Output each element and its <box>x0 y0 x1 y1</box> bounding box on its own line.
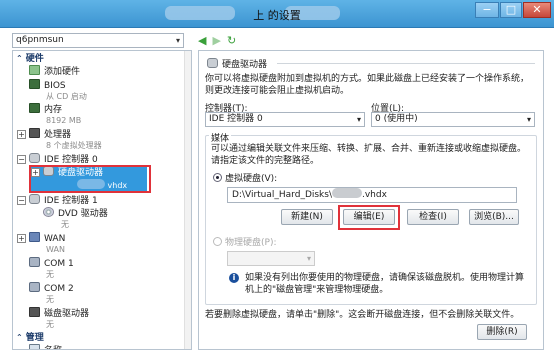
minimize-button[interactable]: − <box>475 2 499 18</box>
info-icon-wrap: i <box>229 273 239 283</box>
com-port-icon <box>29 257 40 267</box>
expand-icon[interactable]: + <box>17 234 26 243</box>
tree-item-com2[interactable]: COM 2 <box>29 282 74 295</box>
location-select[interactable]: 0 (使用中) ▾ <box>371 112 535 127</box>
controller-select[interactable]: IDE 控制器 0 ▾ <box>205 112 365 127</box>
window-title: 上 的设置 <box>253 9 301 22</box>
chevron-down-icon: ▾ <box>175 36 180 45</box>
ide-controller-icon <box>29 153 40 163</box>
physical-disk-info: 如果没有列出你要使用的物理硬盘，请确保该磁盘脱机。使用物理计算机上的"磁盘管理"… <box>245 273 525 295</box>
panel-title: 硬盘驱动器 <box>207 57 267 70</box>
remove-description: 若要删除虚拟硬盘，请单击"删除"。这会断开磁盘连接，但不会删除关联文件。 <box>205 310 520 320</box>
remove-button[interactable]: 删除(R) <box>477 324 527 340</box>
forward-arrow-icon[interactable]: ▶ <box>212 33 220 48</box>
tree-item-wan[interactable]: + WAN <box>17 232 65 245</box>
title-bar: 上 的设置 − □ ✕ <box>0 0 554 28</box>
virtual-disk-path-input[interactable]: D:\Virtual_Hard_Disks\ .vhdx <box>227 187 517 203</box>
expand-icon[interactable]: + <box>17 130 26 139</box>
tree-item-add-hardware[interactable]: 添加硬件 <box>29 65 80 78</box>
settings-panel: 硬盘驱动器 你可以将虚拟硬盘附加到虚拟机的方式。如果此磁盘上已经安装了一个操作系… <box>198 50 544 350</box>
collapse-caret-icon[interactable]: ⌃ <box>16 54 23 63</box>
dvd-drive-icon <box>43 207 54 217</box>
bios-subtitle: 从 CD 启动 <box>46 92 87 101</box>
close-button[interactable]: ✕ <box>523 2 551 18</box>
media-description: 可以通过编辑关联文件来压缩、转换、扩展、合并、重新连接或收缩虚拟硬盘。请指定该文… <box>211 144 527 166</box>
tree-item-processor[interactable]: + 处理器 <box>17 128 71 141</box>
new-button[interactable]: 新建(N) <box>281 209 333 225</box>
tree-item-bios[interactable]: BIOS <box>29 79 66 92</box>
divider <box>277 63 535 64</box>
floppy-drive-icon <box>29 307 40 317</box>
nav-toolbar: ◀ ▶ ↻ <box>198 33 236 48</box>
highlight-box <box>338 205 400 230</box>
virtual-disk-option[interactable]: 虚拟硬盘(V): <box>213 171 277 184</box>
vm-selector[interactable]: q6pnmsun ▾ <box>12 33 184 48</box>
wan-subtitle: WAN <box>46 245 65 254</box>
vm-selector-value: q6pnmsun <box>16 35 64 45</box>
panel-description: 你可以将虚拟硬盘附加到虚拟机的方式。如果此磁盘上已经安装了一个操作系统，则更改连… <box>205 74 530 96</box>
com2-subtitle: 无 <box>46 295 54 304</box>
floppy-subtitle: 无 <box>46 320 54 329</box>
radio-selected-icon[interactable] <box>213 173 222 182</box>
physical-disk-option[interactable]: 物理硬盘(P): <box>213 235 276 248</box>
collapse-icon[interactable]: − <box>17 155 26 164</box>
com-port-icon <box>29 282 40 292</box>
processor-subtitle: 8 个虚拟处理器 <box>46 141 102 150</box>
memory-subtitle: 8192 MB <box>46 116 82 125</box>
refresh-icon[interactable]: ↻ <box>227 33 236 48</box>
dvd-subtitle: 无 <box>61 220 69 229</box>
tree-item-com1[interactable]: COM 1 <box>29 257 74 270</box>
highlight-box <box>29 165 151 193</box>
collapse-caret-icon[interactable]: ⌃ <box>16 333 23 342</box>
tree-item-ide-controller-1[interactable]: − IDE 控制器 1 <box>17 194 98 207</box>
add-hardware-icon <box>29 65 40 75</box>
browse-button[interactable]: 浏览(B)... <box>469 209 519 225</box>
hardware-tree: ⌃ 硬件 添加硬件 BIOS 从 CD 启动 内存 8192 MB + 处理器 8 … <box>12 50 192 350</box>
info-icon: i <box>229 273 239 283</box>
tree-item-dvd-drive[interactable]: DVD 驱动器 <box>43 207 108 220</box>
inspect-button[interactable]: 检查(I) <box>407 209 459 225</box>
maximize-button[interactable]: □ <box>500 2 522 18</box>
hardware-section-header[interactable]: ⌃ 硬件 <box>16 52 44 65</box>
physical-disk-select[interactable]: ▾ <box>227 251 315 266</box>
chevron-down-icon: ▾ <box>306 254 311 263</box>
radio-unselected-icon[interactable] <box>213 237 222 246</box>
network-adapter-icon <box>29 232 40 242</box>
name-icon <box>29 344 40 349</box>
bios-chip-icon <box>29 79 40 89</box>
tree-item-name[interactable]: 名称 <box>29 344 62 349</box>
processor-icon <box>29 128 40 138</box>
back-arrow-icon[interactable]: ◀ <box>198 33 206 48</box>
management-section-header[interactable]: ⌃ 管理 <box>16 331 44 344</box>
chevron-down-icon: ▾ <box>526 115 531 124</box>
hard-drive-icon <box>207 58 218 68</box>
ide-controller-icon <box>29 194 40 204</box>
memory-icon <box>29 103 40 113</box>
tree-item-memory[interactable]: 内存 <box>29 103 62 116</box>
com1-subtitle: 无 <box>46 270 54 279</box>
tree-item-floppy-drive[interactable]: 磁盘驱动器 <box>29 307 89 320</box>
tree-scrollbar[interactable] <box>184 51 191 349</box>
chevron-down-icon: ▾ <box>356 115 361 124</box>
collapse-icon[interactable]: − <box>17 196 26 205</box>
redacted-filename <box>332 188 362 198</box>
